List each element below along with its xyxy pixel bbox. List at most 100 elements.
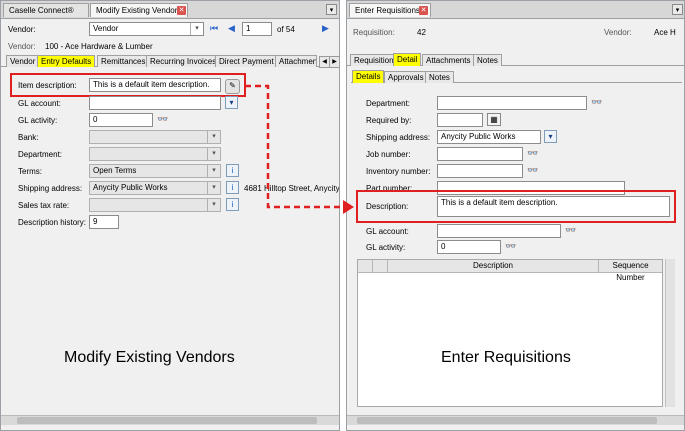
chevron-down-icon[interactable]: ▾: [207, 131, 220, 143]
grid-col-sequence-number[interactable]: Sequence Number: [599, 260, 662, 282]
tab-entry-defaults[interactable]: Entry Defaults: [37, 55, 96, 67]
next-record-icon[interactable]: ▶: [322, 23, 329, 34]
grid-header: Description Sequence Number: [358, 260, 662, 282]
inventory-number-field[interactable]: [437, 164, 523, 178]
description-history-field[interactable]: 9: [89, 215, 119, 229]
line-items-grid[interactable]: Description Sequence Number: [357, 259, 663, 407]
vendor-search-value: Vendor: [93, 24, 119, 33]
close-icon[interactable]: ✕: [177, 6, 186, 15]
vendor-label: Vendor:: [604, 28, 632, 37]
binoculars-icon[interactable]: 👓: [527, 164, 538, 176]
job-number-label: Job number:: [366, 150, 411, 159]
chevron-down-icon[interactable]: ▾: [207, 165, 220, 177]
chevron-down-icon[interactable]: ▾: [672, 4, 683, 15]
chevron-down-icon[interactable]: ▾: [326, 4, 337, 15]
shipping-address-value: Anycity Public Works: [93, 183, 168, 192]
vendor-info-value: 100 - Ace Hardware & Lumber: [45, 42, 153, 51]
description-callout: [356, 190, 676, 223]
shipping-address-field[interactable]: Anycity Public Works ▾: [89, 181, 221, 195]
gl-activity-label: GL activity:: [366, 243, 406, 252]
grid-col-select[interactable]: [358, 260, 373, 272]
tab-modify-existing-vendors[interactable]: Modify Existing Vendors: [90, 3, 188, 17]
gl-activity-label: GL activity:: [18, 116, 58, 125]
sales-tax-rate-label: Sales tax rate:: [18, 201, 70, 210]
chevron-down-icon[interactable]: ▾: [544, 130, 557, 143]
chevron-down-icon[interactable]: ▾: [207, 199, 220, 211]
right-horizontal-scrollbar[interactable]: [347, 415, 684, 425]
grid-col-indicator[interactable]: [373, 260, 388, 272]
binoculars-icon[interactable]: 👓: [591, 96, 602, 108]
binoculars-icon[interactable]: 👓: [157, 113, 168, 125]
tab-detail[interactable]: Detail: [393, 53, 422, 66]
gl-activity-field[interactable]: 0: [89, 113, 153, 127]
sales-tax-rate-field[interactable]: ▾: [89, 198, 221, 212]
description-history-label: Description history:: [18, 218, 87, 227]
right-caption: Enter Requisitions: [441, 349, 571, 366]
enter-requisitions-pane: Enter Requisitions ✕ ▾ Requisition: 42 V…: [346, 0, 685, 431]
vendor-label: Vendor:: [8, 25, 36, 34]
record-number-field[interactable]: 1: [242, 22, 272, 36]
tab-vendor[interactable]: Vendor: [6, 55, 40, 67]
scroll-thumb[interactable]: [357, 417, 657, 424]
tab-scroll-right-icon[interactable]: ▶: [329, 56, 339, 68]
tab-attachments[interactable]: Attachments: [422, 54, 475, 66]
record-total: of 54: [277, 25, 295, 34]
first-record-icon[interactable]: ⏮: [210, 23, 218, 34]
left-caption: Modify Existing Vendors: [64, 349, 235, 366]
terms-field[interactable]: Open Terms ▾: [89, 164, 221, 178]
shipping-address-extra: 4681 Hilltop Street, Anycity: [244, 184, 340, 193]
bank-label: Bank:: [18, 133, 39, 142]
vendor-info-label: Vendor:: [8, 42, 36, 51]
grid-col-description[interactable]: Description: [388, 260, 599, 272]
tab-requisition[interactable]: Requisition: [350, 54, 398, 66]
info-icon[interactable]: i: [226, 181, 239, 194]
binoculars-icon[interactable]: 👓: [527, 147, 538, 159]
tab-details[interactable]: Details: [352, 70, 385, 83]
binoculars-icon[interactable]: 👓: [505, 240, 516, 252]
terms-label: Terms:: [18, 167, 42, 176]
tab-direct-payment[interactable]: Direct Payment: [215, 55, 278, 67]
department-label: Department:: [366, 99, 411, 108]
gl-account-label: GL account:: [18, 99, 61, 108]
prev-record-icon[interactable]: ◀: [228, 23, 235, 34]
left-horizontal-scrollbar[interactable]: [1, 415, 339, 425]
tab-approvals[interactable]: Approvals: [384, 71, 428, 83]
shipping-address-label: Shipping address:: [18, 184, 83, 193]
inventory-number-label: Inventory number:: [366, 167, 431, 176]
grid-vertical-scrollbar[interactable]: [665, 259, 675, 407]
terms-value: Open Terms: [93, 166, 137, 175]
bank-field[interactable]: ▾: [89, 130, 221, 144]
modify-vendors-pane: Caselle Connect® Modify Existing Vendors…: [0, 0, 340, 431]
vendor-search-field[interactable]: Vendor ▾: [89, 22, 204, 36]
binoculars-icon[interactable]: 👓: [565, 224, 576, 236]
vendor-value: Ace H: [654, 28, 676, 37]
tab-notes[interactable]: Notes: [473, 54, 502, 66]
shipping-address-label: Shipping address:: [366, 133, 431, 142]
tab-notes-sub[interactable]: Notes: [425, 71, 454, 83]
calendar-icon[interactable]: ▦: [487, 113, 501, 126]
gl-activity-field[interactable]: 0: [437, 240, 501, 254]
chevron-down-icon[interactable]: ▾: [207, 182, 220, 194]
chevron-down-icon[interactable]: ▾: [225, 96, 238, 109]
gl-account-label: GL account:: [366, 227, 409, 236]
tab-attachments[interactable]: Attachmen: [275, 55, 317, 67]
chevron-down-icon[interactable]: ▾: [190, 23, 203, 35]
item-description-callout: [10, 73, 246, 97]
required-by-field[interactable]: [437, 113, 483, 127]
gl-account-field[interactable]: [89, 96, 221, 110]
tab-caselle-connect[interactable]: Caselle Connect®: [3, 3, 89, 17]
close-icon[interactable]: ✕: [419, 6, 428, 15]
scroll-thumb[interactable]: [17, 417, 317, 424]
info-icon[interactable]: i: [226, 164, 239, 177]
department-field[interactable]: [437, 96, 587, 110]
requisition-value: 42: [417, 28, 426, 37]
tab-recurring-invoices[interactable]: Recurring Invoices: [146, 55, 221, 67]
chevron-down-icon[interactable]: ▾: [207, 148, 220, 160]
job-number-field[interactable]: [437, 147, 523, 161]
tab-remittances[interactable]: Remittances: [97, 55, 150, 67]
shipping-address-field[interactable]: Anycity Public Works: [437, 130, 541, 144]
department-field[interactable]: ▾: [89, 147, 221, 161]
info-icon[interactable]: i: [226, 198, 239, 211]
gl-account-field[interactable]: [437, 224, 561, 238]
requisition-label: Requisition:: [353, 28, 395, 37]
